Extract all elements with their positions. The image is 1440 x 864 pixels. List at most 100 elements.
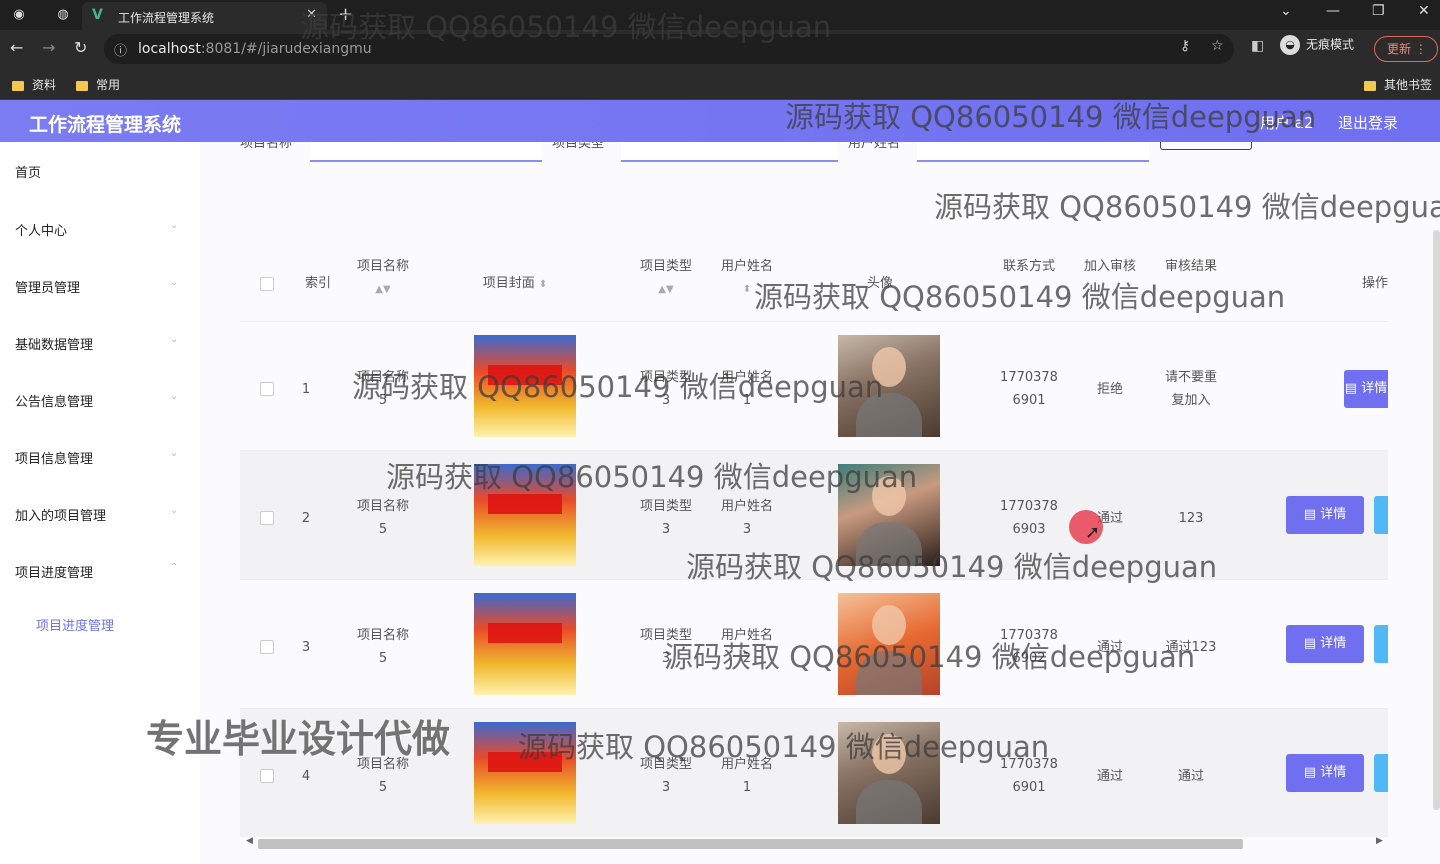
row-contact-line: 1770378 [1000,370,1058,385]
sidebar-item-label: 首页 [15,166,42,181]
detail-button[interactable]: ▤ 详情 [1286,625,1364,663]
back-icon[interactable]: ← [10,38,23,57]
row-type-line: 3 [661,522,671,537]
restore-icon[interactable]: ❐ [1372,3,1385,19]
row-name-line: 5 [378,651,388,666]
row-user-line: 用户姓名 [720,499,773,514]
detail-button[interactable]: ▤ 详情 [1286,754,1364,792]
tab-search-icon[interactable]: ⌄ [1280,3,1292,19]
mouse-cursor-icon: ➚ [1085,522,1101,543]
row-result-line: 请不要重 [1164,370,1217,385]
forward-icon[interactable]: → [42,38,55,57]
other-bookmarks[interactable]: 其他书签 [1364,76,1432,93]
sidebar-item-label: 管理员管理 [15,281,81,296]
detail-button[interactable]: ▤ 详情 [1344,370,1388,408]
row-name: 项目名称 5 [348,624,418,670]
chevron-up-icon: ⌃ [170,562,179,573]
logout-link[interactable]: 退出登录 [1338,112,1398,133]
minimize-icon[interactable]: — [1326,3,1340,19]
row-name-line: 项目名称 [356,499,409,514]
sidebar-item-notices[interactable]: 公告信息管理 ⌄ [15,391,178,410]
active-tab[interactable]: V 工作流程管理系统 ✕ [82,2,327,30]
vertical-scrollbar[interactable] [1433,230,1440,810]
bookmark-folder[interactable]: 常用 [76,76,120,93]
browser-tab-icon[interactable]: ◍ [54,6,72,24]
document-icon: ▤ [1344,381,1358,396]
search-type-input[interactable] [621,142,838,162]
sidebar-item-label: 项目信息管理 [15,452,94,467]
scroll-right-icon[interactable]: ▶ [1376,836,1383,846]
detail-label: 详情 [1320,765,1347,780]
header-type-label: 项目类型 [639,259,692,274]
bookmark-star-icon[interactable]: ☆ [1211,38,1224,54]
row-type-line: 项目类型 [639,499,692,514]
watermark: 源码获取 QQ86050149 微信deepguan [664,640,1196,674]
bookmark-folder[interactable]: 资料 [12,76,56,93]
window-close-icon[interactable]: ✕ [1418,3,1430,19]
row-checkbox[interactable] [260,382,274,396]
sidebar-item-progress[interactable]: 项目进度管理 ⌃ [15,562,178,581]
incognito-icon: ◒ [1280,35,1300,55]
folder-icon [76,80,88,91]
edit-button[interactable] [1374,496,1388,534]
side-panel-icon[interactable]: ◧ [1251,38,1264,54]
chevron-down-icon: ⌄ [170,448,179,459]
row-checkbox[interactable] [260,640,274,654]
row-type: 项目类型 3 [631,495,701,541]
update-button[interactable]: 更新 ⋮ [1374,36,1438,62]
search-button[interactable]: 查询 ⚲ [1160,142,1252,150]
edit-button[interactable] [1374,754,1388,792]
sidebar-subitem-progress[interactable]: 项目进度管理 [36,615,114,634]
row-index: 1 [301,382,311,397]
row-join-review: 通过 [1096,769,1123,784]
row-index: 4 [301,769,311,784]
header-type[interactable]: 项目类型 ▲▼ [631,255,701,301]
select-all-checkbox[interactable] [260,277,274,291]
chevron-down-icon: ⌄ [170,505,179,516]
watermark: 源码获取 QQ86050149 微信deepguan [386,460,918,494]
row-name-line: 5 [378,780,388,795]
header-name[interactable]: 项目名称 ▲▼ [348,255,418,301]
search-user-input[interactable] [917,142,1149,162]
sidebar-item-projects[interactable]: 项目信息管理 ⌄ [15,448,178,467]
key-icon[interactable]: ⚷ [1180,38,1190,54]
sidebar-item-home[interactable]: 首页 [15,162,41,181]
watermark: 源码获取 QQ86050149 微信deepguan [934,190,1440,224]
row-type-line: 3 [661,780,671,795]
search-name-label: 项目名称 [240,142,293,151]
sort-icon[interactable]: ⬍ [539,279,547,290]
other-bookmarks-label: 其他书签 [1384,78,1433,92]
app-title: 工作流程管理系统 [29,114,182,136]
row-checkbox[interactable] [260,769,274,783]
incognito-indicator[interactable]: ◒ 无痕模式 [1280,35,1354,55]
sort-icon[interactable]: ▲▼ [348,278,418,301]
watermark: 源码获取 QQ86050149 微信deepguan [300,10,832,44]
row-user-line: 1 [742,780,752,795]
horizontal-scrollbar[interactable]: ◀ ▶ [240,836,1388,849]
sidebar-item-profile[interactable]: 个人中心 ⌄ [15,220,178,239]
row-index: 2 [301,511,311,526]
reload-icon[interactable]: ↻ [74,38,87,57]
search-name-input[interactable] [310,142,542,162]
row-contact-line: 6901 [1012,780,1046,795]
site-info-icon[interactable]: ⓘ [114,40,127,59]
browser-profile-icon[interactable]: ◉ [10,6,28,24]
document-icon: ▤ [1303,636,1317,651]
row-checkbox[interactable] [260,511,274,525]
edit-button[interactable] [1374,625,1388,663]
watermark: 源码获取 QQ86050149 微信deepguan [785,100,1317,134]
header-cover[interactable]: 项目封面 ⬍ [470,272,560,296]
scrollbar-thumb[interactable] [258,839,1243,849]
scroll-left-icon[interactable]: ◀ [246,836,253,846]
detail-label: 详情 [1320,636,1347,651]
sidebar-item-base-data[interactable]: 基础数据管理 ⌄ [15,334,178,353]
detail-button[interactable]: ▤ 详情 [1286,496,1364,534]
sidebar-item-admins[interactable]: 管理员管理 ⌄ [15,277,178,296]
incognito-label: 无痕模式 [1306,37,1355,52]
row-name-line: 5 [378,522,388,537]
sort-icon[interactable]: ▲▼ [631,278,701,301]
row-review-result: 请不要重 复加入 [1156,366,1226,412]
row-contact-line: 6903 [1012,522,1046,537]
chevron-down-icon: ⌄ [170,391,179,402]
sidebar-item-joined-projects[interactable]: 加入的项目管理 ⌄ [15,505,178,524]
